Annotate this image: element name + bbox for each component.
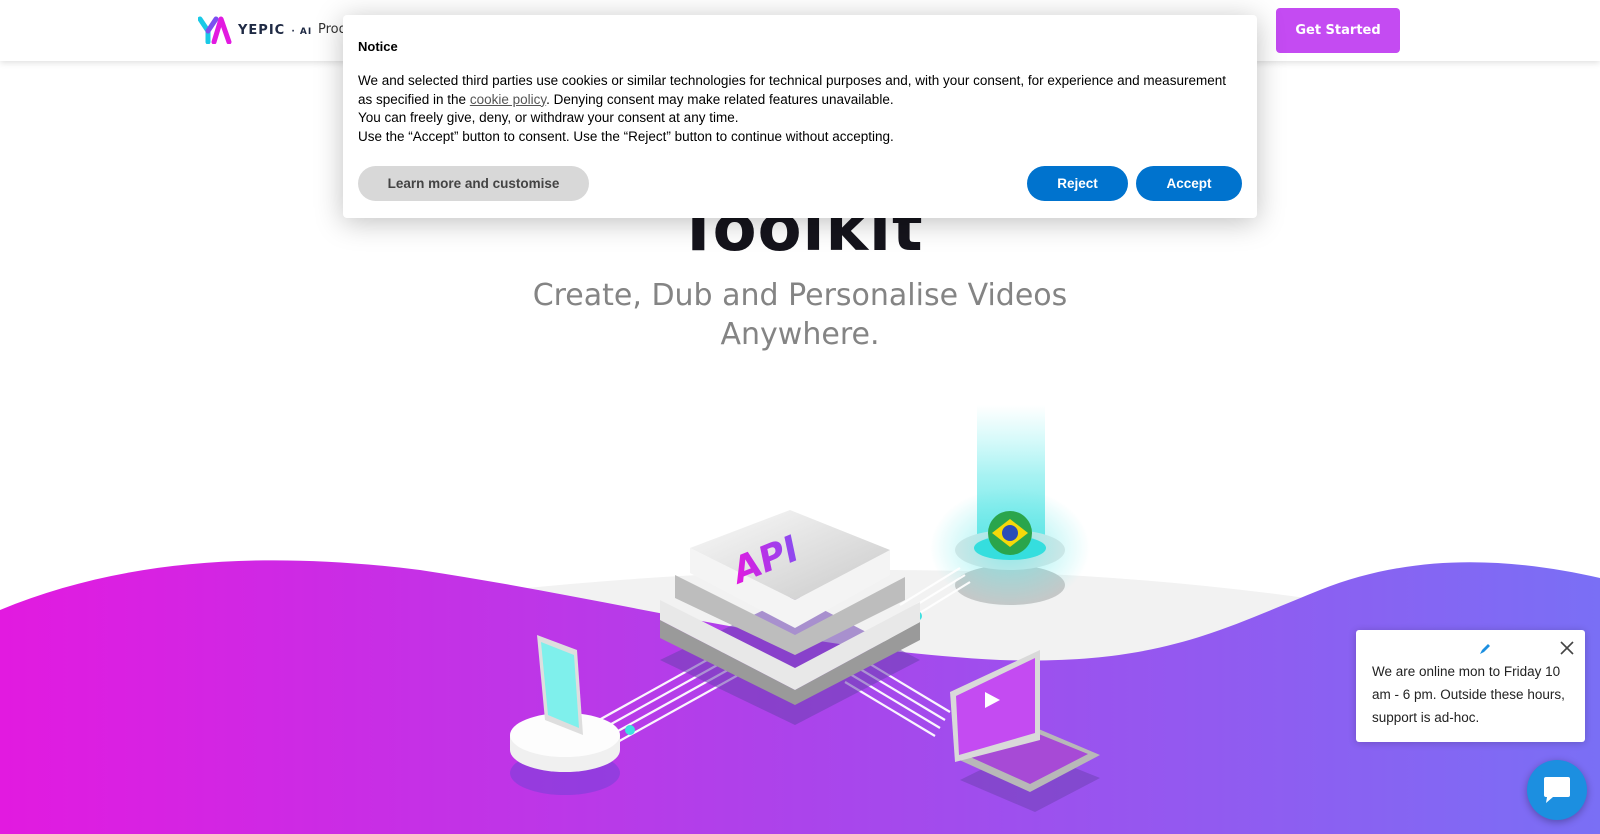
cookie-paragraph-1: We and selected third parties use cookie… bbox=[358, 73, 1226, 107]
pen-icon bbox=[1480, 644, 1490, 654]
cookie-dialog-body: We and selected third parties use cookie… bbox=[358, 72, 1242, 146]
logo-text: YEPIC bbox=[238, 22, 286, 38]
chat-popup: We are online mon to Friday 10 am - 6 pm… bbox=[1356, 630, 1585, 742]
learn-more-customise-button[interactable]: Learn more and customise bbox=[358, 166, 589, 201]
hero-subtitle: Create, Dub and Personalise Videos Anywh… bbox=[532, 278, 1068, 352]
accept-button[interactable]: Accept bbox=[1136, 166, 1242, 201]
chat-launcher-button[interactable] bbox=[1527, 760, 1587, 820]
logo-mark-icon bbox=[198, 16, 232, 44]
close-icon[interactable] bbox=[1558, 639, 1576, 657]
chat-message: We are online mon to Friday 10 am - 6 pm… bbox=[1372, 664, 1565, 725]
get-started-button[interactable]: Get Started bbox=[1276, 8, 1400, 53]
cookie-paragraph-2: You can freely give, deny, or withdraw y… bbox=[358, 110, 739, 125]
reject-button[interactable]: Reject bbox=[1027, 166, 1128, 201]
logo-ai-suffix: · AI bbox=[287, 26, 313, 37]
hero-illustration: API bbox=[0, 405, 1600, 834]
logo[interactable]: YEPIC · AI bbox=[198, 16, 312, 44]
cookie-dialog-title: Notice bbox=[358, 39, 398, 54]
cookie-policy-link[interactable]: cookie policy bbox=[470, 92, 546, 107]
cookie-paragraph-3: Use the “Accept” button to consent. Use … bbox=[358, 128, 894, 144]
chat-bubble-icon bbox=[1544, 777, 1570, 803]
cookie-consent-dialog: Notice We and selected third parties use… bbox=[343, 15, 1257, 218]
